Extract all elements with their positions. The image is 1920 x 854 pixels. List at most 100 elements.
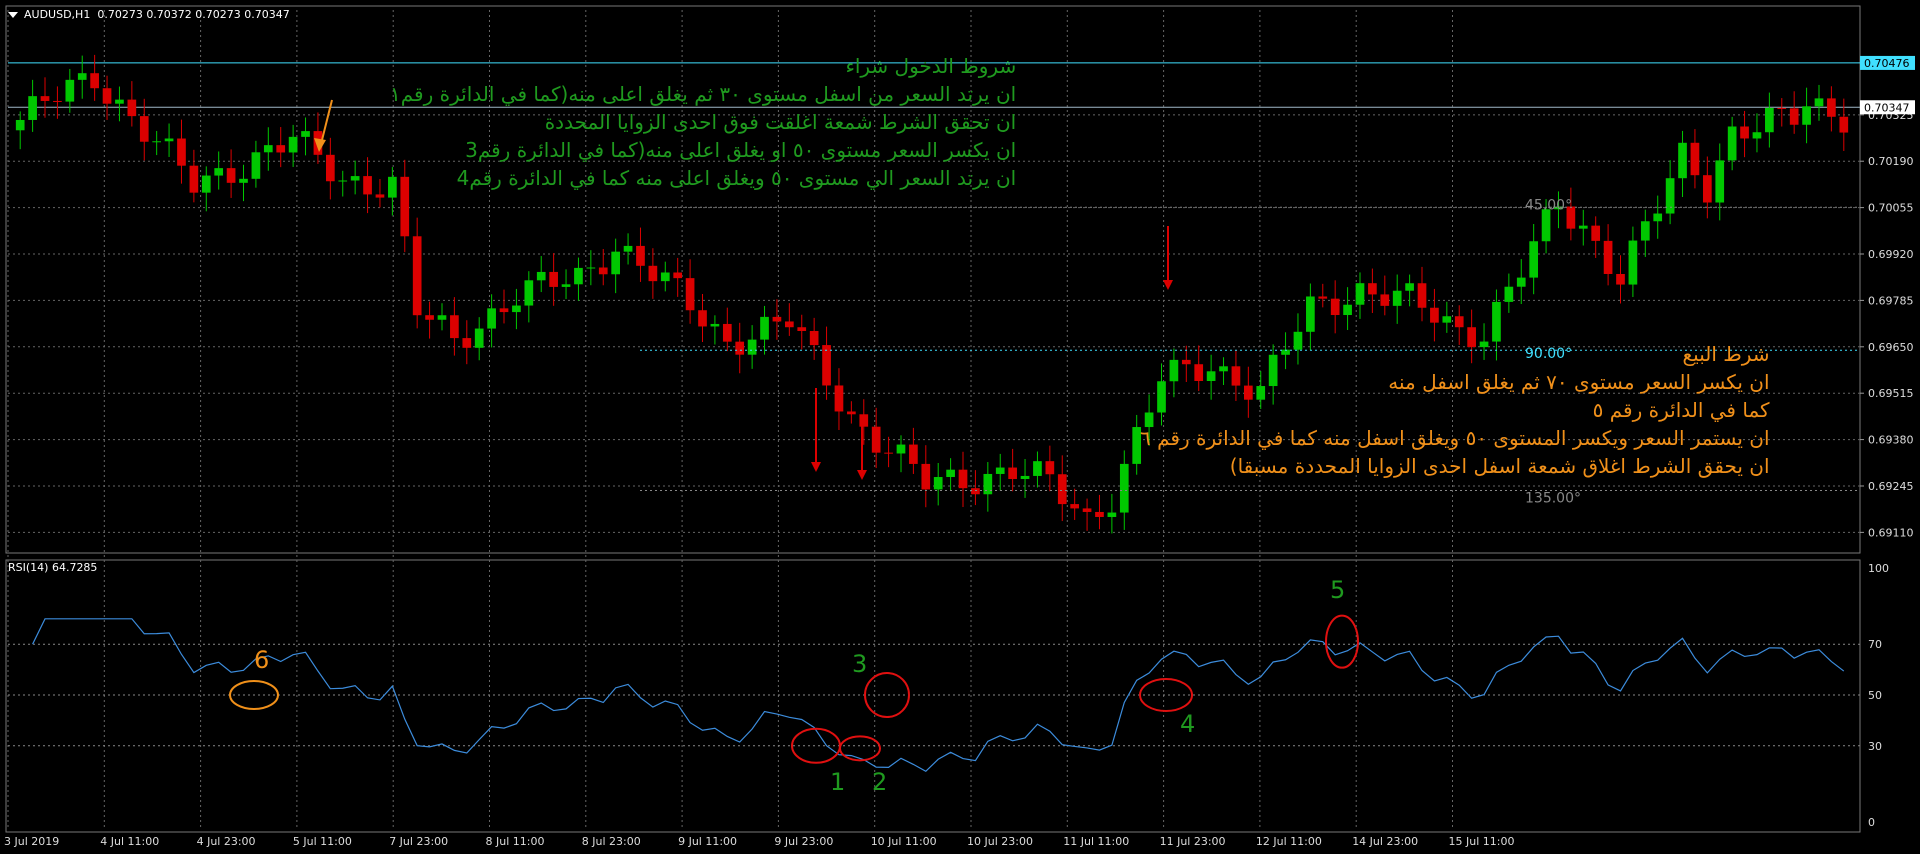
candle-body <box>797 327 807 332</box>
candle-body <box>1405 283 1414 291</box>
candle-body <box>1343 304 1352 316</box>
price-badge-label: 0.70347 <box>1864 101 1910 114</box>
candle-body <box>1603 240 1613 274</box>
candle-body <box>450 315 459 339</box>
sell-signal-arrow-head <box>1163 280 1173 290</box>
rsi-header: RSI(14) 64.7285 <box>8 561 98 574</box>
candle-body <box>512 305 521 313</box>
time-tick-label: 10 Jul 23:00 <box>967 835 1033 848</box>
candle-body <box>28 96 37 120</box>
candle-body <box>896 444 906 454</box>
price-tick-label: 0.69245 <box>1868 480 1914 493</box>
candle-body <box>1368 283 1377 295</box>
candle-body <box>1640 221 1650 241</box>
candle-body <box>499 308 509 313</box>
sell-note-line: ان يكسر السعر مستوى ٧٠ ثم يغلق اسفل منه <box>1388 370 1770 394</box>
candle-body <box>338 180 348 182</box>
rsi-tick-label: 30 <box>1868 740 1882 753</box>
candle-body <box>995 467 1005 474</box>
buy-note-line: ان يكسر السعر مستوى ٥٠ او يغلق اعلى منه(… <box>465 138 1017 162</box>
rsi-circle-2 <box>839 735 881 762</box>
candle-body <box>1454 316 1464 328</box>
candle-body <box>1628 240 1638 285</box>
candle-body <box>611 251 621 275</box>
candle-body <box>1765 107 1774 133</box>
sell-note-line: ان يستمر السعر ويكسر المستوى ٥٠ ويغلق اس… <box>1140 426 1770 450</box>
candle-body <box>1330 298 1340 316</box>
symbol-header[interactable]: AUDUSD,H1 0.70273 0.70372 0.70273 0.7034… <box>8 8 290 21</box>
candle-body <box>40 96 50 101</box>
time-tick-label: 11 Jul 23:00 <box>1160 835 1226 848</box>
candle-body <box>958 469 968 489</box>
orange-arrow-shaft <box>321 99 333 141</box>
circle-number-label: 6 <box>254 646 269 674</box>
candle-body <box>648 265 658 282</box>
candle-body <box>251 152 261 179</box>
rsi-circle-3 <box>864 672 910 718</box>
candle-body <box>152 141 162 143</box>
candle-body <box>1541 209 1551 242</box>
candle-body <box>239 178 248 183</box>
candle-body <box>189 165 199 193</box>
time-tick-label: 3 Jul 2019 <box>4 835 59 848</box>
candle-body <box>1045 461 1055 475</box>
candle-body <box>139 116 149 142</box>
candle-body <box>1033 461 1042 476</box>
candle-body <box>1789 108 1799 125</box>
candle-body <box>1492 301 1501 342</box>
time-tick-label: 4 Jul 23:00 <box>197 835 256 848</box>
time-tick-label: 7 Jul 23:00 <box>389 835 448 848</box>
rsi-tick-label: 0 <box>1868 816 1875 829</box>
time-tick-label: 4 Jul 11:00 <box>100 835 159 848</box>
candle-body <box>1070 504 1080 509</box>
price-tick-label: 0.69110 <box>1868 526 1914 539</box>
candle-body <box>90 73 99 89</box>
circle-number-label: 5 <box>1330 576 1345 604</box>
price-tick-label: 0.69650 <box>1868 341 1914 354</box>
circle-number-label: 4 <box>1180 710 1195 738</box>
angle-label: 135.00° <box>1525 490 1581 506</box>
candle-body <box>698 310 707 327</box>
candle-body <box>1008 467 1017 480</box>
ohlc-values: 0.70273 0.70372 0.70273 0.70347 <box>97 8 290 21</box>
candle-body <box>177 138 186 166</box>
candle-body <box>1355 283 1365 305</box>
candle-body <box>1777 107 1787 109</box>
chevron-down-icon[interactable] <box>8 12 18 18</box>
sell-signal-arrow-head <box>811 462 821 472</box>
buy-conditions-note: شروط الدخول شراء ان يرتد السعر من اسفل م… <box>390 52 1016 192</box>
candle-body <box>263 145 273 153</box>
candle-body <box>201 175 211 193</box>
candle-body <box>859 414 869 427</box>
time-tick-label: 9 Jul 23:00 <box>774 835 833 848</box>
sell-notes-title: شرط البيع <box>1682 342 1770 366</box>
price-tick-label: 0.70190 <box>1868 155 1914 168</box>
candle-body <box>946 469 955 478</box>
time-tick-label: 15 Jul 11:00 <box>1449 835 1515 848</box>
candle-body <box>636 245 645 266</box>
candle-body <box>115 99 124 104</box>
candle-body <box>685 278 695 311</box>
candle-body <box>1020 475 1030 480</box>
candle-body <box>1814 98 1824 107</box>
candle-body <box>412 236 422 316</box>
candle-body <box>847 411 856 415</box>
candle-body <box>983 473 993 495</box>
angle-label: 45.00° <box>1525 197 1572 213</box>
candle-body <box>1392 290 1402 306</box>
candle-body <box>1740 126 1749 139</box>
candle-body <box>1318 296 1328 299</box>
candle-body <box>1616 273 1625 285</box>
rsi-panel-frame <box>5 559 1861 833</box>
candle-body <box>325 154 335 182</box>
price-tick-label: 0.69920 <box>1868 248 1914 261</box>
candle-body <box>102 88 112 104</box>
candle-body <box>462 338 472 348</box>
candle-body <box>623 245 633 252</box>
buy-note-line: ان يرتد السعر من اسفل مستوى ٣٠ ثم يغلق ا… <box>390 82 1017 106</box>
time-tick-label: 8 Jul 23:00 <box>582 835 641 848</box>
candle-body <box>574 267 583 285</box>
candle-body <box>524 280 534 306</box>
candle-body <box>226 168 236 183</box>
candle-body <box>1417 283 1427 308</box>
